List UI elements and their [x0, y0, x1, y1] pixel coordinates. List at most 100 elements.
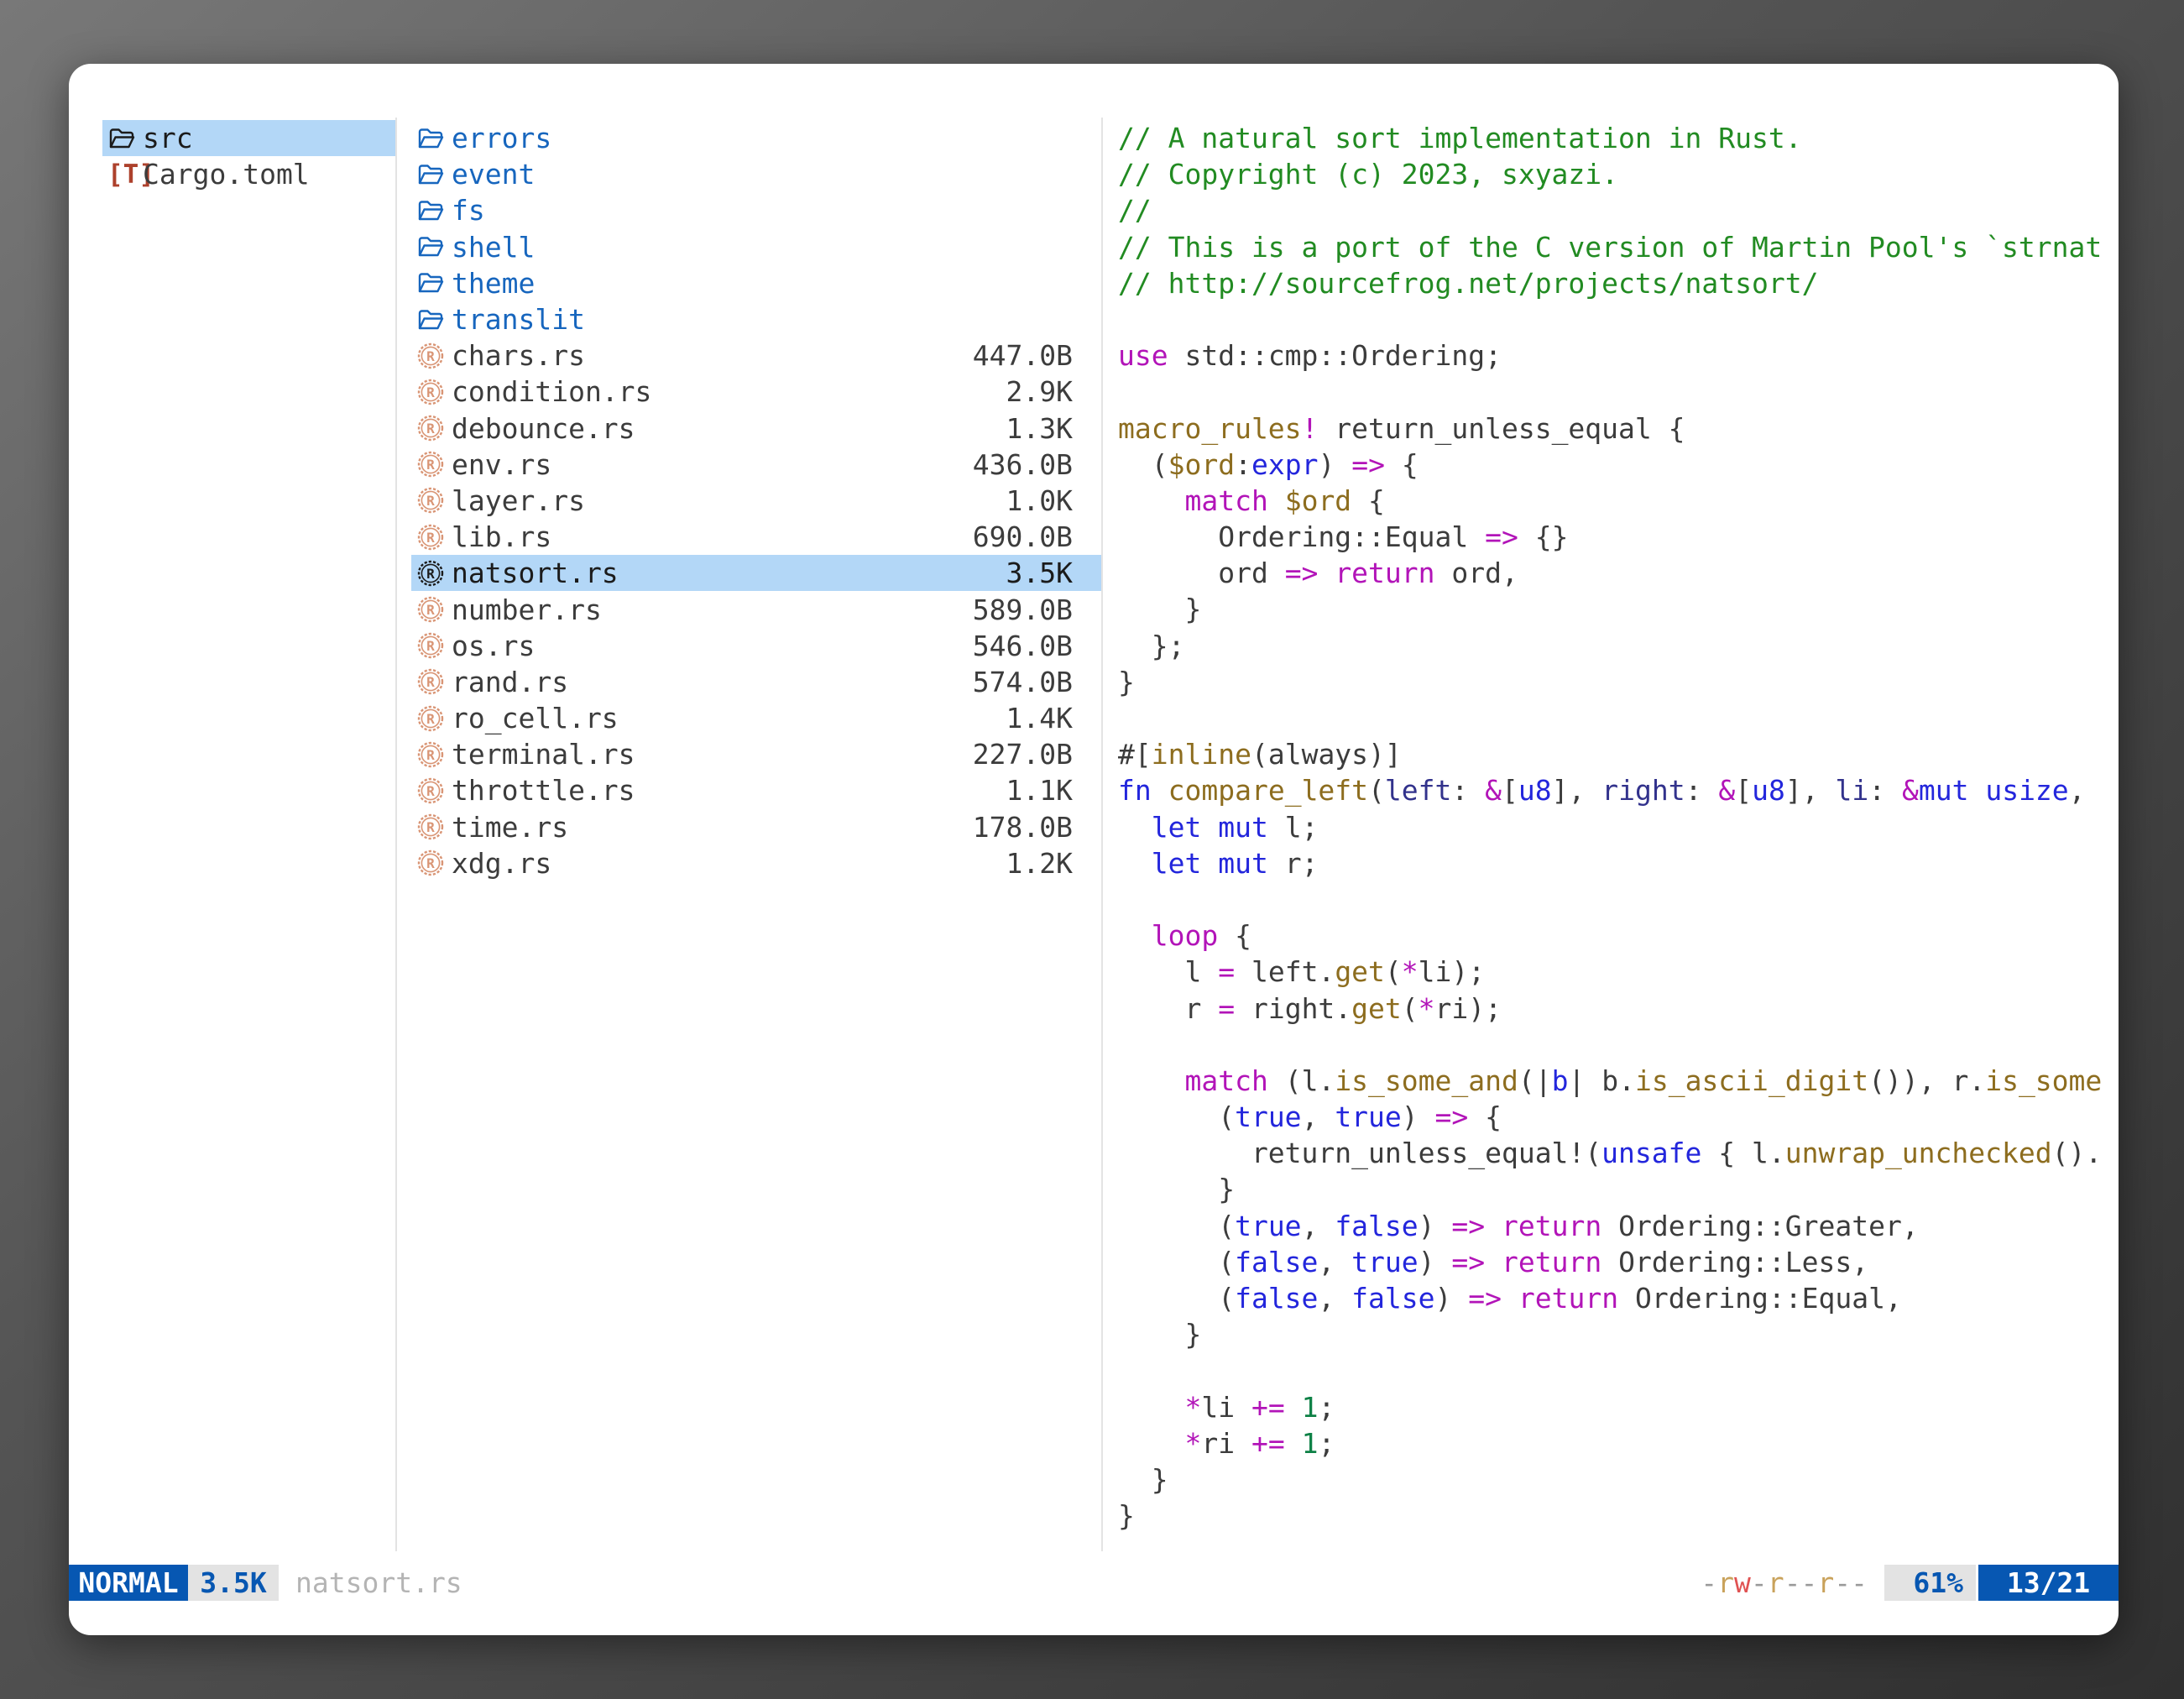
- file-size: 2.9K: [1006, 375, 1101, 408]
- parent-item[interactable]: R [T] Cargo.toml: [102, 156, 395, 192]
- file-row[interactable]: R ro_cell.rs 1.4K: [411, 700, 1101, 736]
- item-name: src: [143, 122, 193, 154]
- svg-text:R: R: [426, 747, 435, 763]
- file-size: 436.0B: [973, 448, 1101, 481]
- folder-open-icon: [416, 232, 447, 262]
- rust-file-icon: R: [416, 341, 447, 371]
- svg-text:R: R: [426, 384, 435, 400]
- file-row[interactable]: R condition.rs 2.9K: [411, 374, 1101, 410]
- file-name: translit: [452, 303, 585, 336]
- svg-text:R: R: [426, 674, 435, 690]
- file-row[interactable]: R chars.rs 447.0B: [411, 337, 1101, 374]
- rust-file-icon: R: [416, 703, 447, 734]
- code-line: let mut l;: [1118, 809, 2119, 845]
- code-line: }: [1118, 1171, 2119, 1207]
- svg-text:R: R: [426, 783, 435, 799]
- scroll-percent-badge: 61%: [1884, 1565, 1976, 1601]
- code-line: (false, true) => return Ordering::Less,: [1118, 1244, 2119, 1280]
- svg-text:R: R: [426, 493, 435, 509]
- code-line: }: [1118, 664, 2119, 700]
- file-name: time.rs: [452, 811, 568, 844]
- code-line: macro_rules! return_unless_equal {: [1118, 410, 2119, 447]
- file-name: theme: [452, 267, 535, 300]
- svg-text:R: R: [426, 530, 435, 546]
- item-name: Cargo.toml: [143, 158, 310, 191]
- code-line: }: [1118, 1316, 2119, 1352]
- yazi-window: R [T] src: [69, 64, 2119, 1635]
- svg-text:R: R: [426, 638, 435, 654]
- file-row[interactable]: R os.rs 546.0B: [411, 628, 1101, 664]
- code-line: ord => return ord,: [1118, 555, 2119, 591]
- permissions-label: -rw-r--r--: [1701, 1565, 1868, 1601]
- file-name: terminal.rs: [452, 738, 635, 771]
- code-line: Ordering::Equal => {}: [1118, 519, 2119, 555]
- code-line: match $ord {: [1118, 483, 2119, 519]
- file-size: 1.0K: [1006, 484, 1101, 517]
- file-row[interactable]: R theme: [411, 265, 1101, 301]
- file-row[interactable]: R event: [411, 156, 1101, 192]
- code-line: };: [1118, 628, 2119, 664]
- rust-file-icon: R: [416, 667, 447, 697]
- pane-divider-left: [395, 118, 397, 1551]
- file-row[interactable]: R debounce.rs 1.3K: [411, 410, 1101, 447]
- file-row[interactable]: R xdg.rs 1.2K: [411, 845, 1101, 881]
- svg-text:R: R: [426, 566, 435, 582]
- file-size: 447.0B: [973, 339, 1101, 372]
- file-row[interactable]: R fs: [411, 192, 1101, 228]
- file-size: 1.4K: [1006, 702, 1101, 734]
- folder-open-icon: [416, 123, 447, 154]
- parent-item[interactable]: R [T] src: [102, 120, 395, 156]
- svg-text:R: R: [426, 819, 435, 835]
- code-line: fn compare_left(left: &[u8], right: &[u8…: [1118, 772, 2119, 808]
- code-line: [1118, 700, 2119, 736]
- file-size: 546.0B: [973, 630, 1101, 662]
- rust-file-icon: R: [416, 812, 447, 842]
- file-name: lib.rs: [452, 520, 551, 553]
- parent-pane: R [T] src: [102, 120, 395, 192]
- code-line: // This is a port of the C version of Ma…: [1118, 229, 2119, 265]
- cursor-position-badge: 13/21: [1978, 1565, 2119, 1601]
- code-line: match (l.is_some_and(|b| b.is_ascii_digi…: [1118, 1063, 2119, 1099]
- code-line: // A natural sort implementation in Rust…: [1118, 120, 2119, 156]
- code-line: loop {: [1118, 917, 2119, 954]
- file-row[interactable]: R env.rs 436.0B: [411, 447, 1101, 483]
- svg-text:R: R: [426, 421, 435, 437]
- rust-file-icon: R: [416, 630, 447, 661]
- file-row[interactable]: R terminal.rs 227.0B: [411, 736, 1101, 772]
- folder-open-icon: [107, 123, 138, 154]
- file-row[interactable]: R rand.rs 574.0B: [411, 664, 1101, 700]
- file-row[interactable]: R errors: [411, 120, 1101, 156]
- file-row[interactable]: R time.rs 178.0B: [411, 809, 1101, 845]
- file-size: 1.2K: [1006, 847, 1101, 880]
- file-row[interactable]: R translit: [411, 301, 1101, 337]
- code-line: [1118, 881, 2119, 917]
- file-name: os.rs: [452, 630, 535, 662]
- svg-text:R: R: [426, 602, 435, 618]
- svg-text:R: R: [426, 348, 435, 364]
- file-row[interactable]: R throttle.rs 1.1K: [411, 772, 1101, 808]
- folder-open-icon: [416, 196, 447, 226]
- file-name: debounce.rs: [452, 412, 635, 445]
- code-line: }: [1118, 1498, 2119, 1534]
- code-line: }: [1118, 1461, 2119, 1498]
- file-row[interactable]: R layer.rs 1.0K: [411, 483, 1101, 519]
- file-row[interactable]: R number.rs 589.0B: [411, 591, 1101, 627]
- file-size: 574.0B: [973, 666, 1101, 698]
- rust-file-icon: R: [416, 740, 447, 770]
- rust-file-icon: R: [416, 558, 447, 588]
- code-line: [1118, 374, 2119, 410]
- code-line: (true, false) => return Ordering::Greate…: [1118, 1208, 2119, 1244]
- file-row[interactable]: R natsort.rs 3.5K: [411, 555, 1101, 591]
- toml-file-icon: [T]: [107, 159, 138, 190]
- file-name: errors: [452, 122, 551, 154]
- file-size: 1.1K: [1006, 774, 1101, 807]
- file-name-label: natsort.rs: [295, 1565, 462, 1601]
- file-row[interactable]: R shell: [411, 229, 1101, 265]
- file-row[interactable]: R lib.rs 690.0B: [411, 519, 1101, 555]
- code-line: [1118, 1352, 2119, 1388]
- file-name: shell: [452, 231, 535, 264]
- file-size-badge: 3.5K: [188, 1565, 279, 1601]
- folder-open-icon: [416, 305, 447, 335]
- rust-file-icon: R: [416, 594, 447, 625]
- file-name: event: [452, 158, 535, 191]
